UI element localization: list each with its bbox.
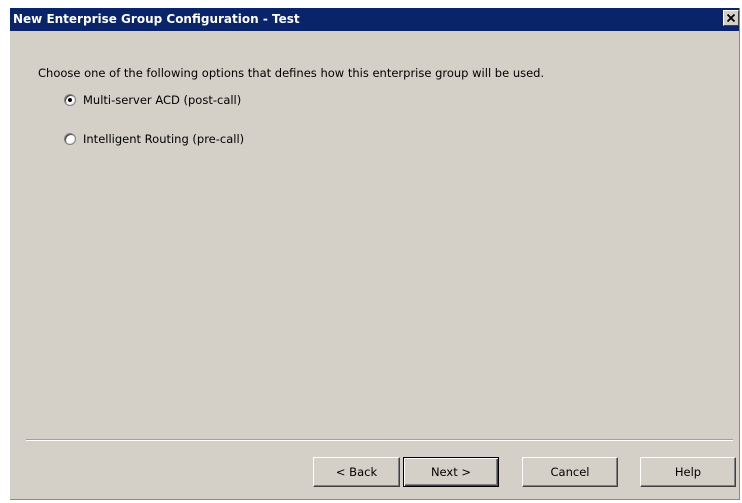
radio-dot-icon [68, 98, 72, 102]
close-icon [726, 13, 736, 23]
radio-button-selected[interactable] [64, 94, 76, 106]
radio-button-unselected[interactable] [64, 133, 76, 145]
help-button[interactable]: Help [640, 457, 736, 487]
option-label: Intelligent Routing (pre-call) [83, 132, 245, 146]
back-button[interactable]: < Back [313, 457, 400, 487]
option-label: Multi-server ACD (post-call) [83, 93, 242, 107]
option-multi-server-acd[interactable]: Multi-server ACD (post-call) [64, 93, 241, 107]
close-button[interactable] [723, 10, 739, 26]
title-bar[interactable]: New Enterprise Group Configuration - Tes… [10, 8, 739, 31]
window-title: New Enterprise Group Configuration - Tes… [13, 12, 300, 26]
next-button[interactable]: Next > [403, 457, 499, 487]
dialog-window: New Enterprise Group Configuration - Tes… [10, 8, 740, 500]
cancel-button[interactable]: Cancel [522, 457, 618, 487]
footer-separator [26, 439, 733, 441]
instruction-text: Choose one of the following options that… [38, 66, 545, 80]
option-intelligent-routing[interactable]: Intelligent Routing (pre-call) [64, 132, 244, 146]
